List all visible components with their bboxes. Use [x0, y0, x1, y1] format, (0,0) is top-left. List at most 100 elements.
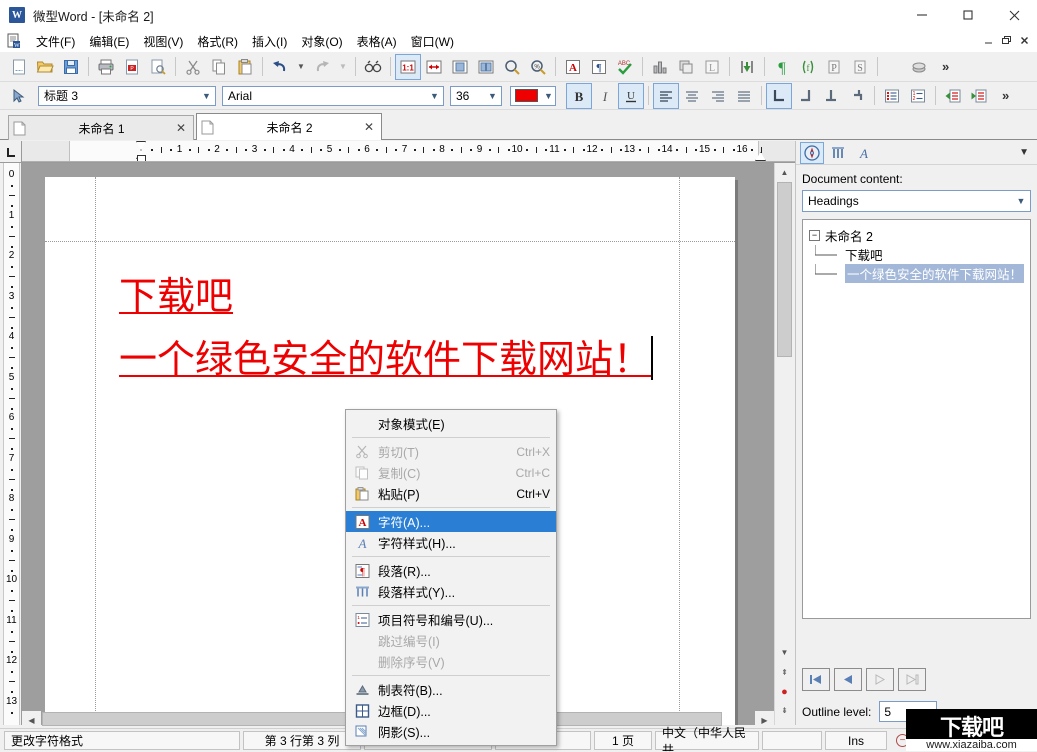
- last-heading-button[interactable]: [898, 668, 926, 691]
- scroll-up-arrow[interactable]: ▲: [775, 163, 794, 182]
- decrease-indent-button[interactable]: [940, 83, 966, 109]
- numbered-list-button[interactable]: 12: [905, 83, 931, 109]
- context-menu-item-copy[interactable]: 复制(C) Ctrl+C: [346, 462, 556, 483]
- context-menu-item-skip-numbering[interactable]: 跳过编号(I): [346, 630, 556, 651]
- export-pdf-button[interactable]: P: [119, 54, 145, 80]
- paragraph-style-select[interactable]: 标题 3 ▼: [38, 86, 216, 106]
- two-page-button[interactable]: [473, 54, 499, 80]
- valign-baseline-button[interactable]: [844, 83, 870, 109]
- menu-item-insert[interactable]: 插入(I): [245, 31, 294, 52]
- find-replace-button[interactable]: [360, 54, 386, 80]
- context-menu-item-object-mode[interactable]: 对象模式(E): [346, 413, 556, 434]
- menu-item-edit[interactable]: 编辑(E): [82, 31, 136, 52]
- section-button[interactable]: S: [847, 54, 873, 80]
- zoom-100-button[interactable]: 1:1: [395, 54, 421, 80]
- chevron-down-icon[interactable]: ▼: [1012, 196, 1030, 206]
- status-extra-3[interactable]: [762, 731, 822, 750]
- document-text[interactable]: 下载吧 一个绿色安全的软件下载网站！: [119, 269, 719, 395]
- minimize-button[interactable]: [899, 0, 945, 30]
- arrow-pointer-icon[interactable]: [6, 83, 32, 109]
- next-page-button[interactable]: ⇟: [775, 701, 794, 720]
- mdi-minimize-button[interactable]: [980, 32, 997, 49]
- align-center-button[interactable]: [679, 83, 705, 109]
- page-break-button[interactable]: P: [821, 54, 847, 80]
- next-heading-button[interactable]: [866, 668, 894, 691]
- previous-heading-button[interactable]: [834, 668, 862, 691]
- vertical-ruler[interactable]: 012345678910111213: [0, 163, 22, 725]
- previous-page-button[interactable]: ⇞: [775, 663, 794, 682]
- chevron-down-icon[interactable]: ▼: [484, 91, 501, 101]
- print-button[interactable]: [93, 54, 119, 80]
- bullet-list-button[interactable]: [879, 83, 905, 109]
- page-count[interactable]: 1 页: [594, 731, 652, 750]
- context-menu-item-paragraph-style[interactable]: 段落样式(Y)...: [346, 581, 556, 602]
- fit-page-button[interactable]: [447, 54, 473, 80]
- chevron-down-icon[interactable]: ▼: [542, 91, 555, 101]
- menu-item-object[interactable]: 对象(O): [294, 31, 349, 52]
- increase-indent-button[interactable]: [966, 83, 992, 109]
- redo-button[interactable]: [309, 54, 335, 80]
- context-menu-item-borders[interactable]: 边框(D)...: [346, 700, 556, 721]
- print-layers-button[interactable]: [906, 54, 932, 80]
- context-menu-item-bullets-numbering[interactable]: 1 项目符号和编号(U)...: [346, 609, 556, 630]
- insert-object-button[interactable]: [734, 54, 760, 80]
- menu-item-format[interactable]: 格式(R): [190, 31, 245, 52]
- image-button[interactable]: [673, 54, 699, 80]
- toolbar-overflow-button[interactable]: »: [942, 59, 949, 74]
- chevron-down-icon[interactable]: ▼: [426, 91, 443, 101]
- tree-root-node[interactable]: − 未命名 2: [809, 226, 1030, 245]
- navigation-target-button[interactable]: ●: [775, 682, 794, 701]
- menu-item-file[interactable]: 文件(F): [29, 31, 82, 52]
- document-line-2[interactable]: 一个绿色安全的软件下载网站！: [119, 332, 719, 387]
- scroll-thumb[interactable]: [777, 182, 792, 357]
- copy-button[interactable]: [206, 54, 232, 80]
- mdi-close-button[interactable]: [1016, 32, 1033, 49]
- character-styles-button[interactable]: A: [852, 142, 876, 164]
- left-indent-marker[interactable]: [137, 155, 146, 162]
- tree-item-heading-2[interactable]: 一个绿色安全的软件下载网站！: [809, 264, 1030, 283]
- fit-width-button[interactable]: [421, 54, 447, 80]
- first-heading-button[interactable]: [802, 668, 830, 691]
- zoom-percent-button[interactable]: %: [525, 54, 551, 80]
- font-color-select[interactable]: ▼: [510, 86, 556, 106]
- tab-stop-selector[interactable]: [0, 141, 22, 162]
- document-structure-tree[interactable]: − 未命名 2 下载吧 一个绿色安全的软件下载网站！: [802, 219, 1031, 619]
- context-menu-item-cut[interactable]: 剪切(T) Ctrl+X: [346, 441, 556, 462]
- tree-collapse-icon[interactable]: −: [809, 230, 820, 241]
- chart-button[interactable]: [647, 54, 673, 80]
- cut-button[interactable]: [180, 54, 206, 80]
- paragraph-styles-button[interactable]: [826, 142, 850, 164]
- field-button[interactable]: f: [795, 54, 821, 80]
- open-folder-button[interactable]: [32, 54, 58, 80]
- font-size-select[interactable]: 36 ▼: [450, 86, 502, 106]
- mdi-restore-button[interactable]: [998, 32, 1015, 49]
- font-family-select[interactable]: Arial ▼: [222, 86, 444, 106]
- spell-check-button[interactable]: ABC: [612, 54, 638, 80]
- maximize-button[interactable]: [945, 0, 991, 30]
- save-button[interactable]: [58, 54, 84, 80]
- format-toolbar-overflow-button[interactable]: »: [1002, 88, 1009, 103]
- document-vertical-scrollbar[interactable]: ▲ ▼ ⇞ ● ⇟: [774, 163, 794, 725]
- undo-button[interactable]: [267, 54, 293, 80]
- align-left-button[interactable]: [653, 83, 679, 109]
- chevron-down-icon[interactable]: ▼: [198, 91, 215, 101]
- context-menu-item-character-style[interactable]: A 字符样式(H)...: [346, 532, 556, 553]
- tab-untitled-1[interactable]: 未命名 1 ✕: [8, 115, 194, 140]
- context-menu-item-shadow[interactable]: 阴影(S)...: [346, 721, 556, 742]
- close-icon[interactable]: ✕: [173, 121, 189, 135]
- align-right-button[interactable]: [705, 83, 731, 109]
- tab-untitled-2[interactable]: 未命名 2 ✕: [196, 113, 382, 140]
- underline-button[interactable]: U: [618, 83, 644, 109]
- ruler-track[interactable]: 12345678910111213141516: [22, 141, 795, 162]
- tree-item-heading-1[interactable]: 下载吧: [809, 245, 1030, 264]
- zoom-in-button[interactable]: [499, 54, 525, 80]
- navigator-button[interactable]: [800, 142, 824, 164]
- context-menu-item-remove-numbering[interactable]: 删除序号(V): [346, 651, 556, 672]
- insert-mode[interactable]: Ins: [825, 731, 887, 750]
- menu-item-window[interactable]: 窗口(W): [404, 31, 461, 52]
- scroll-down-arrow[interactable]: ▼: [775, 643, 794, 662]
- character-format-button[interactable]: A: [560, 54, 586, 80]
- cursor-position[interactable]: 第 3 行第 3 列: [243, 731, 361, 750]
- document-content-select[interactable]: Headings ▼: [802, 190, 1031, 212]
- language-field[interactable]: 中文（中华人民共: [655, 731, 759, 750]
